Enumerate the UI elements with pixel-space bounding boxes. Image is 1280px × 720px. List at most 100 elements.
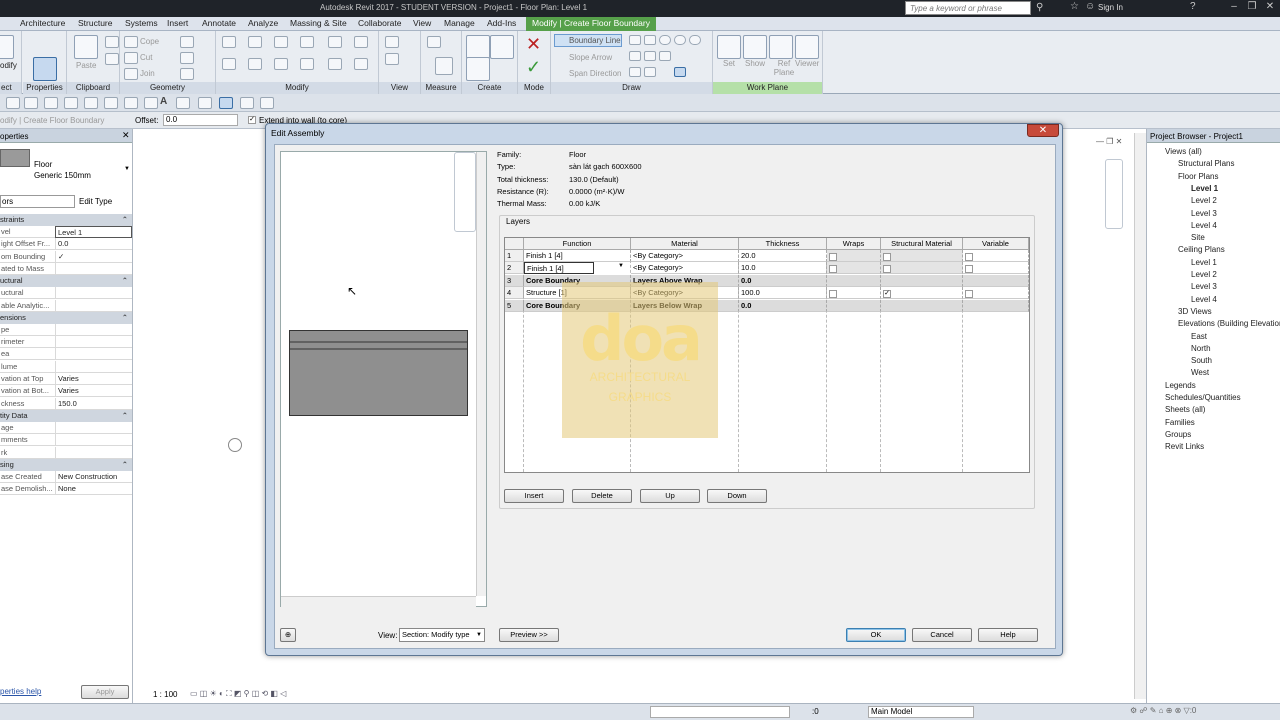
tab-analyze[interactable]: Analyze	[248, 18, 278, 28]
property-row[interactable]: rk	[0, 446, 132, 459]
variable-cell[interactable]	[963, 250, 1029, 262]
save-icon[interactable]	[6, 97, 20, 109]
span-direction-button[interactable]: Span Direction	[569, 69, 621, 78]
variable-cell[interactable]	[963, 262, 1029, 275]
wraps-checkbox[interactable]	[829, 264, 837, 273]
star-icon[interactable]: ☆	[1070, 1, 1079, 12]
instance-filter-select[interactable]: ors	[0, 195, 75, 208]
set-workplane-icon[interactable]	[717, 35, 741, 59]
line-icon[interactable]	[629, 35, 641, 45]
thin-lines-icon[interactable]	[219, 97, 233, 109]
properties-icon[interactable]	[33, 57, 57, 81]
property-value[interactable]	[55, 434, 132, 447]
sign-in-button[interactable]: Sign In	[1098, 3, 1123, 12]
properties-section-header[interactable]: uctural ⌃	[0, 275, 132, 288]
property-row[interactable]: om Bounding ✓	[0, 250, 132, 263]
thickness-cell[interactable]: 0.0	[739, 274, 827, 287]
browser-item[interactable]: Level 2	[1191, 196, 1217, 205]
browser-item[interactable]: Site	[1191, 233, 1205, 242]
property-row[interactable]: vation at Bot... Varies	[0, 385, 132, 398]
wraps-cell[interactable]	[827, 262, 881, 275]
copy-element-icon[interactable]	[248, 58, 262, 70]
structural-material-cell[interactable]	[881, 299, 963, 312]
pick-lines-icon[interactable]	[629, 67, 641, 77]
modify-tool-icon[interactable]	[0, 35, 14, 59]
property-value[interactable]	[55, 323, 132, 336]
pick-walls-icon[interactable]	[674, 67, 686, 77]
browser-item[interactable]: Elevations (Building Elevation)	[1178, 319, 1280, 328]
measure-qat-icon[interactable]	[104, 97, 118, 109]
tab-systems[interactable]: Systems	[125, 18, 158, 28]
zoom-preview-icon[interactable]: ⊕	[280, 628, 296, 642]
cut-geometry-icon[interactable]	[124, 52, 138, 64]
insert-button[interactable]: Insert	[504, 489, 564, 503]
properties-section-header[interactable]: ensions ⌃	[0, 311, 132, 324]
browser-item[interactable]: Structural Plans	[1178, 159, 1234, 168]
mirror-draw-icon[interactable]	[300, 36, 314, 48]
rectangle-icon[interactable]	[644, 35, 656, 45]
viewer-icon[interactable]	[795, 35, 819, 59]
browser-item[interactable]: West	[1191, 368, 1209, 377]
properties-section-header[interactable]: sing ⌃	[0, 458, 132, 471]
property-value[interactable]: 0.0	[55, 238, 132, 251]
arc-icon[interactable]	[689, 35, 701, 45]
edit-type-button[interactable]: Edit Type	[79, 197, 112, 206]
property-row[interactable]: ated to Mass	[0, 262, 132, 275]
thickness-cell[interactable]: 100.0	[739, 287, 827, 300]
browser-item[interactable]: Groups	[1165, 430, 1191, 439]
dimension-icon[interactable]	[435, 57, 453, 75]
wraps-checkbox[interactable]	[829, 252, 837, 261]
fillet-icon[interactable]	[659, 51, 671, 61]
variable-cell[interactable]	[963, 287, 1029, 300]
property-value[interactable]	[55, 360, 132, 373]
navigation-bar[interactable]	[1105, 159, 1123, 229]
properties-help-link[interactable]: perties help	[0, 687, 41, 696]
browser-item[interactable]: Ceiling Plans	[1178, 245, 1225, 254]
boundary-line-button[interactable]: Boundary Line	[554, 34, 622, 47]
collapse-icon[interactable]: ⌃	[122, 275, 128, 287]
search-input[interactable]: Type a keyword or phrase	[905, 1, 1031, 15]
property-value[interactable]: ✓	[55, 250, 132, 263]
browser-item[interactable]: Level 3	[1191, 209, 1217, 218]
ref-plane-icon[interactable]	[769, 35, 793, 59]
delete-button[interactable]: Delete	[572, 489, 632, 503]
array-icon[interactable]	[328, 58, 342, 70]
polygon-icon[interactable]	[659, 35, 671, 45]
help-button[interactable]: Help	[978, 628, 1038, 642]
property-value[interactable]	[55, 446, 132, 459]
delete-icon[interactable]	[354, 58, 368, 70]
material-cell[interactable]: <By Category>	[631, 250, 739, 262]
up-button[interactable]: Up	[640, 489, 700, 503]
tab-add-ins[interactable]: Add-Ins	[487, 18, 516, 28]
apply-button[interactable]: Apply	[81, 685, 129, 699]
section-icon[interactable]	[198, 97, 212, 109]
tab-massing-site[interactable]: Massing & Site	[290, 18, 347, 28]
align-icon[interactable]	[222, 36, 236, 48]
column-header[interactable]: Function	[524, 238, 631, 250]
property-value[interactable]: Varies	[55, 373, 132, 385]
function-cell[interactable]: Finish 1 [4]	[524, 262, 594, 275]
workset-select[interactable]	[650, 706, 790, 718]
collapse-icon[interactable]: ⌃	[122, 459, 128, 471]
elevation-marker-icon[interactable]	[228, 438, 242, 452]
create-group-icon[interactable]	[490, 35, 514, 59]
structural-material-cell[interactable]	[881, 262, 963, 275]
view-window-controls[interactable]: — ❐ ✕	[1096, 137, 1122, 146]
property-value[interactable]: New Construction	[55, 470, 132, 483]
help-icon[interactable]: ?	[1190, 1, 1196, 12]
browser-item[interactable]: East	[1191, 332, 1207, 341]
tab-annotate[interactable]: Annotate	[202, 18, 236, 28]
close-icon[interactable]: ✕	[122, 130, 130, 141]
function-cell[interactable]: Finish 1 [4]	[524, 250, 631, 262]
canvas-vertical-scrollbar[interactable]	[1134, 133, 1146, 699]
override-icon[interactable]	[385, 53, 399, 65]
property-row[interactable]: age	[0, 421, 132, 434]
preview-horizontal-scrollbar[interactable]	[281, 596, 476, 607]
browser-item[interactable]: North	[1191, 344, 1211, 353]
cancel-edit-icon[interactable]: ✕	[526, 34, 541, 55]
thickness-cell[interactable]: 10.0	[739, 262, 827, 275]
finish-edit-icon[interactable]: ✓	[526, 57, 541, 78]
collapse-icon[interactable]: ⌃	[122, 312, 128, 324]
selection-filter-icons[interactable]: ⚙ ☍ ✎ ⌂ ⊕ ⊗ ▽:0	[1130, 706, 1196, 715]
property-row[interactable]: ase Created New Construction	[0, 470, 132, 483]
